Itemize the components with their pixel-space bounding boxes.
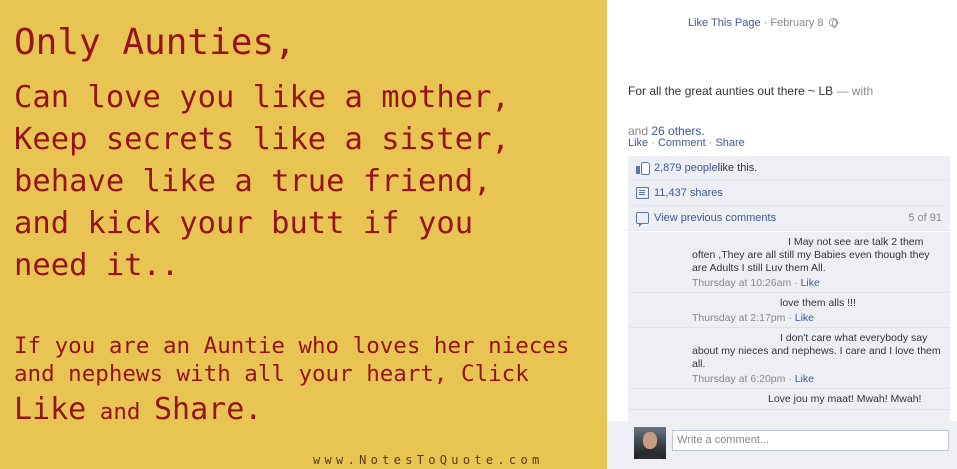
photo-line-3: Keep secrets like a sister,	[14, 122, 510, 157]
comment-list[interactable]: I May not see are talk 2 them often ,The…	[628, 232, 950, 421]
action-separator: ·	[648, 137, 658, 149]
meta-separator: ·	[760, 17, 771, 29]
photo-line-8: and nephews with all your heart, Click	[14, 361, 529, 387]
photo-line-4: behave like a true friend,	[14, 164, 492, 199]
comment-pager: 5 of 91	[908, 212, 942, 224]
photo-watermark: www.NotesToQuote.com	[313, 453, 544, 467]
likes-row: 2,879 people like this.	[628, 156, 950, 181]
photo-and-word: and	[86, 399, 154, 425]
globe-icon[interactable]	[828, 18, 838, 28]
comment-item: I don't care what everybody say about my…	[628, 328, 950, 389]
thumbs-up-icon	[636, 162, 650, 175]
action-separator: ·	[705, 137, 716, 149]
comment-text: Love jou my maat! Mwah! Mwah!	[768, 393, 922, 405]
share-action[interactable]: Share	[715, 137, 744, 149]
likes-suffix: like this.	[717, 162, 758, 174]
shares-link[interactable]: 11,437 shares	[654, 187, 723, 199]
photo-line-1: Only Aunties,	[14, 22, 296, 63]
photo-period: .	[244, 392, 263, 427]
shares-row: 11,437 shares	[628, 181, 950, 206]
like-action[interactable]: Like	[628, 137, 648, 149]
post-actions: Like · Comment · Share	[628, 137, 745, 149]
comment-meta: Thursday at 6:20pm · Like	[692, 373, 814, 385]
user-avatar[interactable]	[634, 427, 666, 459]
photo-share-word: Share	[153, 392, 245, 427]
comment-composer: Write a comment...	[607, 421, 957, 469]
comment-like-link[interactable]: Like	[801, 277, 820, 289]
comment-item: Love jou my maat! Mwah! Mwah!	[628, 389, 950, 410]
view-previous-row: View previous comments 5 of 91	[628, 206, 950, 231]
comment-input[interactable]: Write a comment...	[672, 430, 949, 451]
comment-text: I don't care what everybody say about my…	[692, 332, 941, 370]
likes-count-link[interactable]: 2,879 people	[654, 162, 718, 174]
comment-meta: Thursday at 2:17pm · Like	[692, 312, 814, 324]
post-photo[interactable]: Only Aunties, Can love you like a mother…	[0, 0, 607, 469]
comment-meta: Thursday at 10:26am · Like	[692, 277, 820, 289]
post-sidebar: Like This Page · February 8 For all the …	[607, 0, 957, 469]
photo-line-5: and kick your butt if you	[14, 206, 474, 241]
post-meta: Like This Page · February 8	[688, 17, 838, 29]
comment-item: love them alls !!! Thursday at 2:17pm · …	[628, 293, 950, 328]
tagged-others-link[interactable]: 26 others.	[651, 124, 704, 138]
caption-text: For all the great aunties out there ~ LB	[628, 84, 834, 98]
like-page-link[interactable]: Like This Page	[688, 17, 761, 29]
caption-and: and	[628, 124, 652, 138]
post-date[interactable]: February 8	[770, 17, 823, 29]
comment-bubble-icon	[636, 212, 649, 227]
comment-item: I May not see are talk 2 them often ,The…	[628, 232, 950, 293]
comment-action[interactable]: Comment	[658, 137, 706, 149]
photo-line-7: If you are an Auntie who loves her niece…	[14, 333, 570, 359]
photo-line-6: need it..	[14, 248, 180, 283]
photo-line-9: Like and Share.	[14, 392, 262, 427]
comment-time[interactable]: Thursday at 2:17pm	[692, 312, 785, 324]
photo-like-word: Like	[14, 392, 87, 427]
ufi-summary: 2,879 people like this. 11,437 shares Vi…	[628, 156, 950, 231]
comment-time[interactable]: Thursday at 6:20pm	[692, 373, 785, 385]
caption-with: — with	[833, 84, 874, 98]
view-previous-comments-link[interactable]: View previous comments	[654, 212, 776, 224]
shares-icon	[636, 187, 649, 199]
comment-like-link[interactable]: Like	[795, 373, 814, 385]
photo-line-2: Can love you like a mother,	[14, 80, 510, 115]
comment-time[interactable]: Thursday at 10:26am	[692, 277, 791, 289]
comment-text: love them alls !!!	[780, 297, 856, 309]
comment-like-link[interactable]: Like	[795, 312, 814, 324]
comment-text: I May not see are talk 2 them often ,The…	[692, 236, 930, 274]
